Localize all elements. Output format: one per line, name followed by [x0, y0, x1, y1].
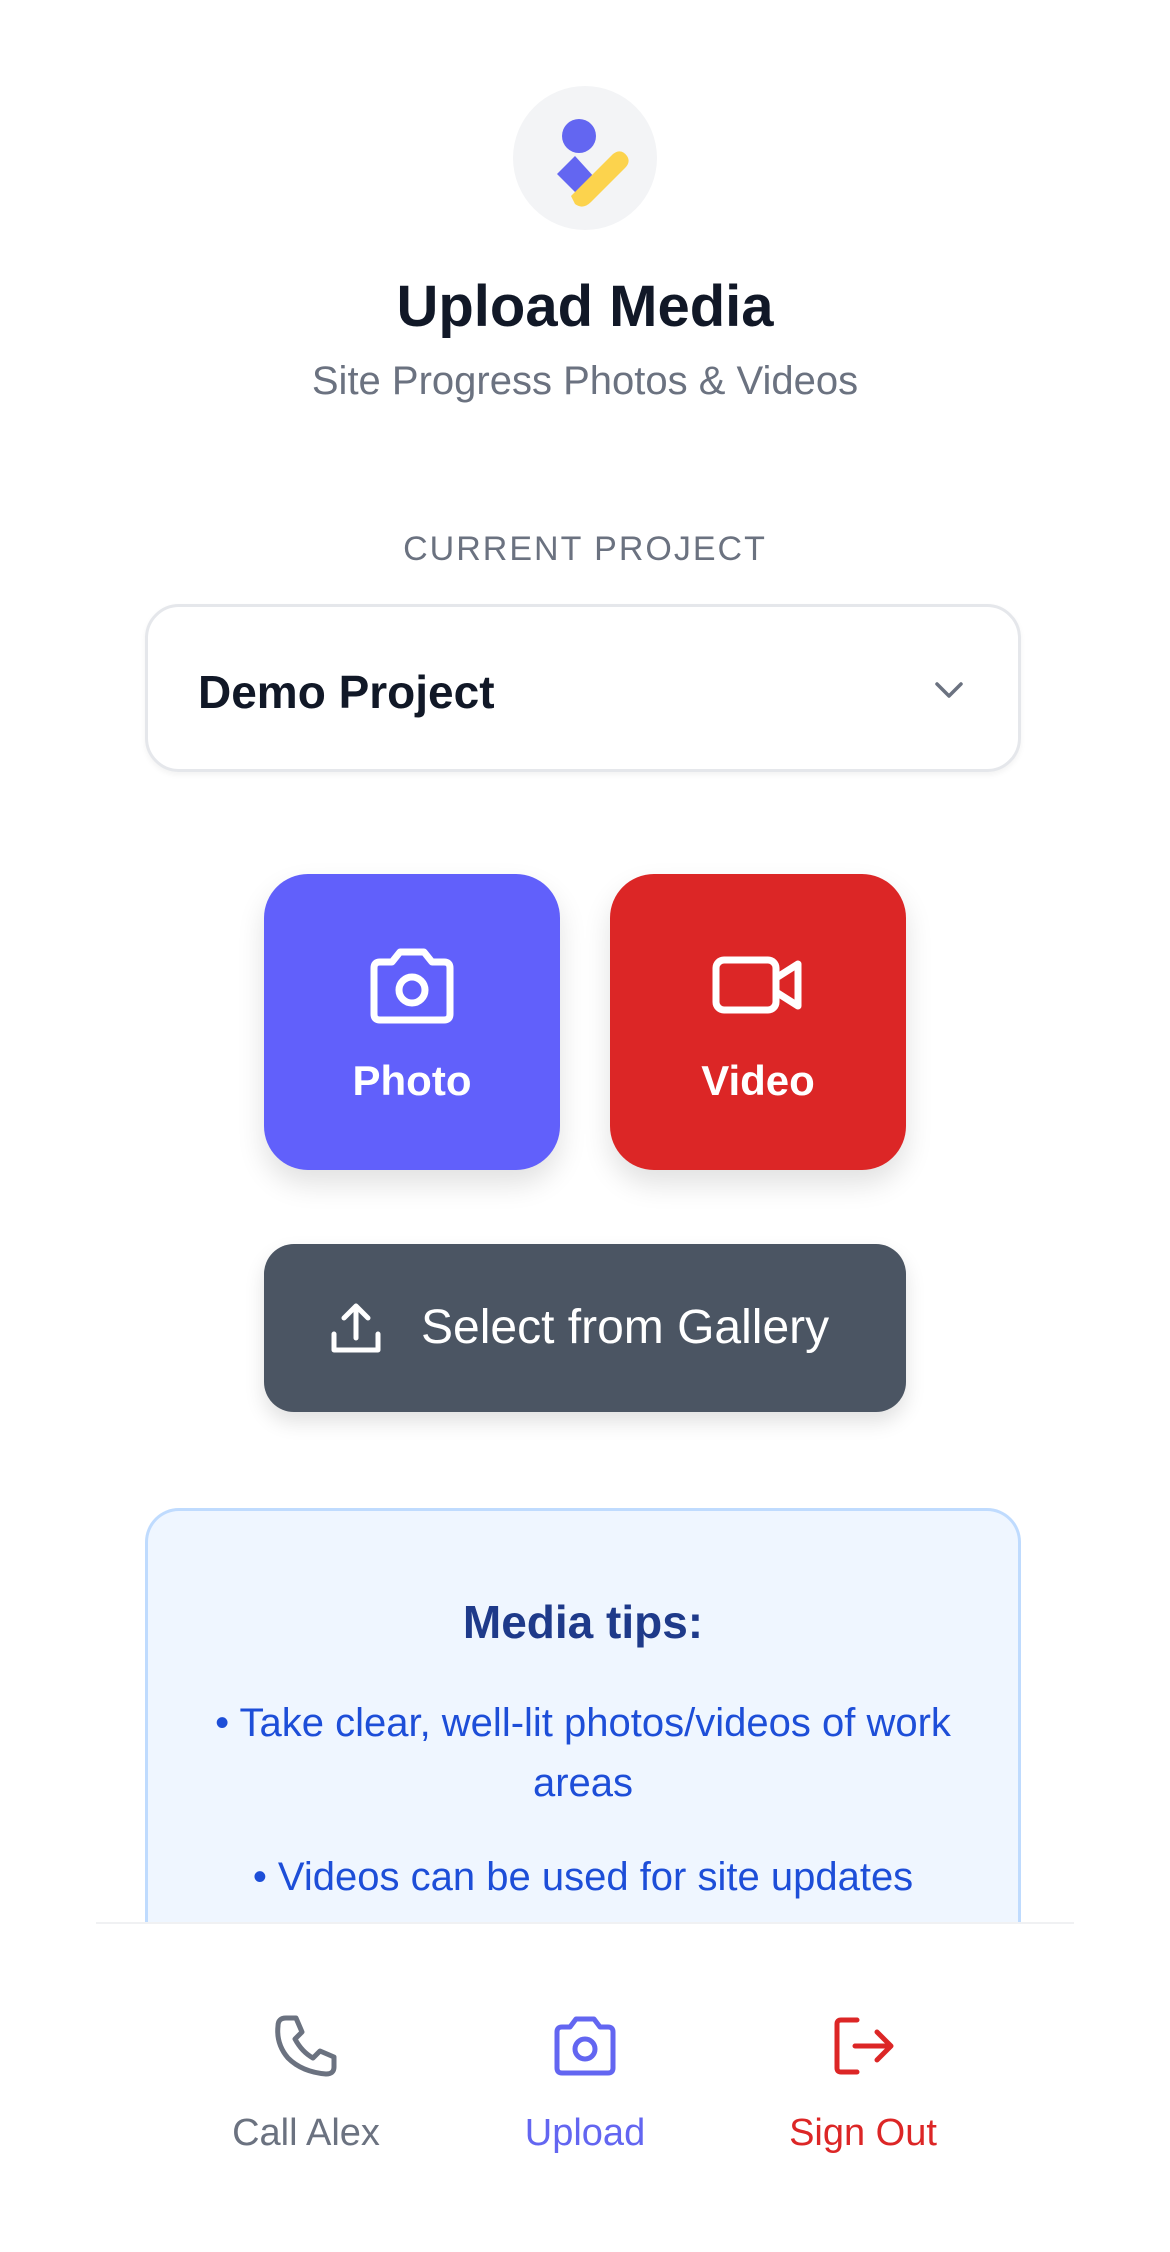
- media-tips-card: Media tips: • Take clear, well-lit photo…: [145, 1508, 1021, 1968]
- tips-title: Media tips:: [462, 1596, 704, 1648]
- chevron-down-icon: [935, 682, 963, 698]
- bottom-nav: Call Alex Upload Sign Out: [96, 1922, 1074, 2252]
- page-subtitle: Site Progress Photos & Videos: [311, 359, 859, 403]
- project-select[interactable]: Demo Project: [145, 604, 1021, 772]
- camera-icon: [370, 948, 454, 1024]
- camera-icon: [554, 2016, 616, 2076]
- nav-label: Upload: [524, 2112, 646, 2154]
- phone-icon: [275, 2015, 337, 2077]
- upload-media-screen: Upload Media Site Progress Photos & Vide…: [0, 0, 1170, 2252]
- nav-label: Call Alex: [232, 2112, 380, 2154]
- video-camera-icon: [712, 956, 802, 1014]
- gallery-button-label: Select from Gallery: [421, 1301, 830, 1354]
- video-button-label: Video: [701, 1057, 815, 1104]
- nav-item-sign-out[interactable]: Sign Out: [733, 1924, 993, 2174]
- nav-item-upload[interactable]: Upload: [455, 1924, 715, 2174]
- take-photo-button[interactable]: Photo: [264, 874, 560, 1170]
- project-select-value: Demo Project: [198, 666, 495, 718]
- tip-item: • Take clear, well-lit photos/videos of …: [215, 1701, 951, 1805]
- select-from-gallery-button[interactable]: Select from Gallery: [264, 1244, 906, 1412]
- page-title: Upload Media: [396, 274, 774, 339]
- record-video-button[interactable]: Video: [610, 874, 906, 1170]
- app-logo: [513, 86, 657, 230]
- nav-label: Sign Out: [789, 2112, 937, 2154]
- upload-icon: [331, 1303, 381, 1353]
- current-project-label: CURRENT PROJECT: [403, 530, 767, 568]
- photo-button-label: Photo: [352, 1057, 472, 1104]
- tip-item: • Videos can be used for site updates: [252, 1855, 914, 1899]
- nav-item-call-alex[interactable]: Call Alex: [176, 1924, 436, 2174]
- sign-out-icon: [834, 2017, 894, 2075]
- person-check-logo-icon: [557, 119, 629, 207]
